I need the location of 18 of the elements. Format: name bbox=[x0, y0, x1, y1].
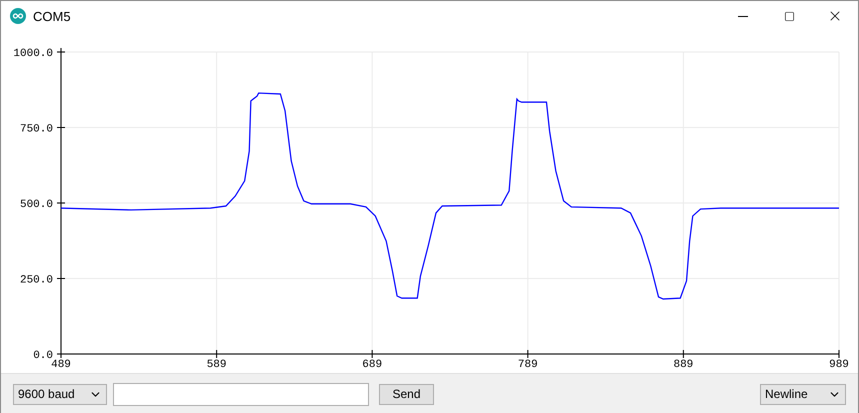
y-tick-label: 1000.0 bbox=[13, 48, 53, 60]
y-tick-label: 500.0 bbox=[20, 199, 53, 211]
line-ending-dropdown[interactable]: Newline bbox=[760, 384, 846, 404]
message-input[interactable] bbox=[113, 382, 369, 406]
x-tick-label: 489 bbox=[51, 359, 71, 371]
baud-rate-dropdown[interactable]: 9600 baud bbox=[13, 384, 107, 404]
x-tick-label: 789 bbox=[518, 359, 538, 371]
app-icon bbox=[10, 8, 26, 24]
window-title: COM5 bbox=[33, 8, 72, 24]
y-tick-label: 750.0 bbox=[20, 124, 53, 136]
x-tick-label: 589 bbox=[206, 359, 226, 371]
x-tick-label: 889 bbox=[674, 359, 694, 371]
x-tick-label: 989 bbox=[829, 359, 849, 371]
send-button[interactable]: Send bbox=[379, 384, 434, 404]
y-tick-label: 0.0 bbox=[33, 350, 53, 362]
x-tick-label: 689 bbox=[362, 359, 382, 371]
y-tick-label: 250.0 bbox=[20, 274, 53, 286]
maximize-icon bbox=[784, 10, 794, 22]
